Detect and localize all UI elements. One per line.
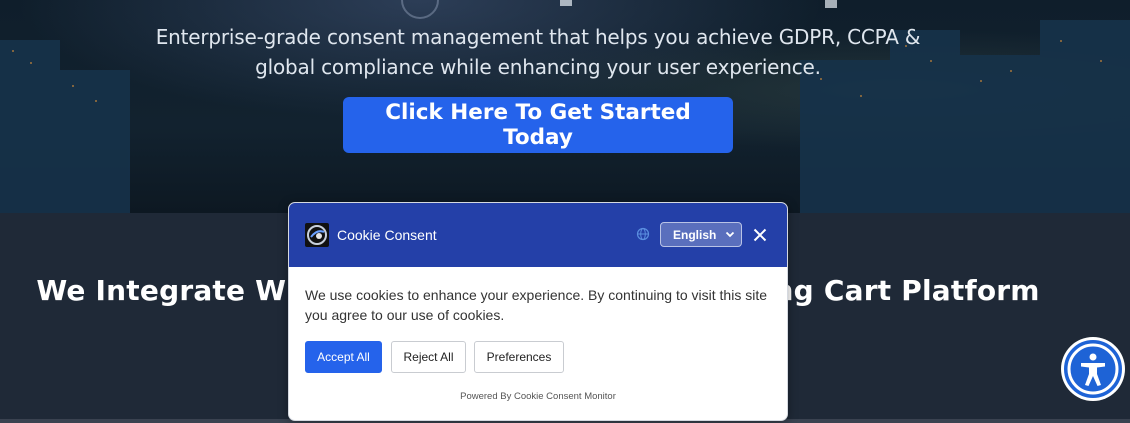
language-select[interactable]: English [660,222,742,247]
globe-icon [636,227,650,241]
get-started-button[interactable]: Click Here To Get Started Today [343,97,733,153]
accept-all-button[interactable]: Accept All [305,341,382,373]
cookie-consent-header: Cookie Consent English [289,203,787,267]
chevron-down-icon [725,231,735,238]
cookie-consent-title: Cookie Consent [337,227,437,243]
preferences-button[interactable]: Preferences [474,341,564,373]
language-select-value: English [673,227,717,242]
reject-all-button[interactable]: Reject All [391,341,466,373]
close-icon[interactable] [752,227,768,243]
cookie-consent-logo [305,223,329,247]
accessibility-icon [1062,338,1124,400]
accessibility-button[interactable] [1061,337,1125,401]
cookie-consent-message: We use cookies to enhance your experienc… [305,287,767,323]
powered-by-text: Powered By Cookie Consent Monitor [460,391,616,402]
hero-subtitle: Enterprise-grade consent management that… [155,25,921,79]
cookie-consent-dialog: Cookie Consent English We use cookies to… [288,202,788,421]
hero-section: Enterprise-grade consent management that… [0,0,1130,213]
